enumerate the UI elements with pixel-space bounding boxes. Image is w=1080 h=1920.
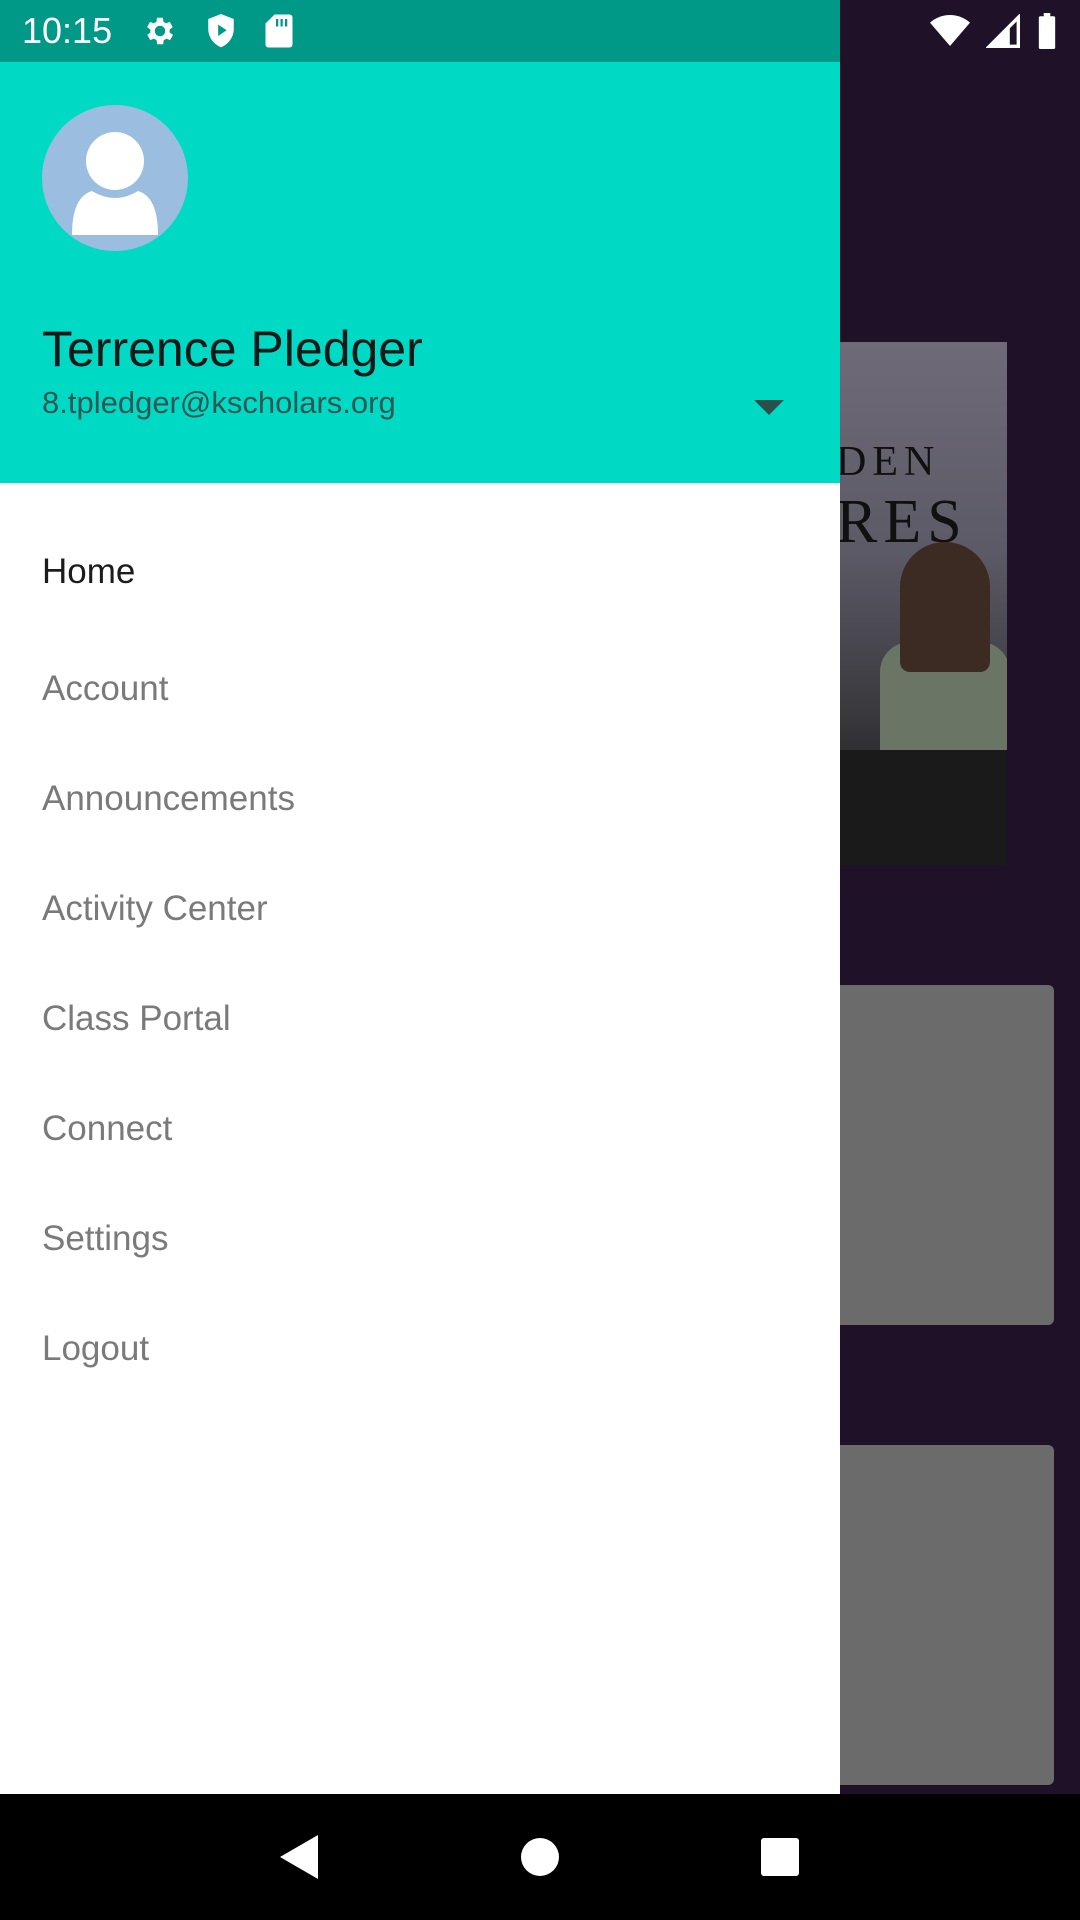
cellular-signal-icon <box>986 14 1020 48</box>
menu-item-announcements[interactable]: Announcements <box>0 749 840 849</box>
user-email: 8.tpledger@kscholars.org <box>42 385 396 420</box>
menu-item-activity-center[interactable]: Activity Center <box>0 859 840 959</box>
menu-item-label: Activity Center <box>42 889 268 928</box>
menu-item-home[interactable]: Home <box>0 522 840 622</box>
menu-item-label: Announcements <box>42 779 295 818</box>
back-button[interactable] <box>260 1817 340 1897</box>
menu-item-label: Settings <box>42 1219 169 1258</box>
status-bar-left: 10:15 <box>0 0 840 62</box>
drawer-header: Terrence Pledger 8.tpledger@kscholars.or… <box>0 62 840 483</box>
battery-icon <box>1036 13 1058 49</box>
menu-item-label: Account <box>42 669 169 708</box>
recents-button[interactable] <box>740 1817 820 1897</box>
shield-play-icon <box>204 12 238 50</box>
home-icon <box>521 1838 559 1876</box>
menu-item-label: Connect <box>42 1109 173 1148</box>
user-name: Terrence Pledger <box>42 321 423 377</box>
status-bar-right <box>840 0 1080 62</box>
system-nav-bar <box>0 1794 1080 1920</box>
wifi-icon <box>930 14 970 48</box>
triangle-down-icon <box>754 400 784 415</box>
menu-item-class-portal[interactable]: Class Portal <box>0 969 840 1069</box>
menu-item-label: Class Portal <box>42 999 231 1038</box>
home-button[interactable] <box>500 1817 580 1897</box>
recents-icon <box>761 1838 799 1876</box>
menu-item-connect[interactable]: Connect <box>0 1079 840 1179</box>
menu-item-logout[interactable]: Logout <box>0 1299 840 1399</box>
menu-item-settings[interactable]: Settings <box>0 1189 840 1289</box>
navigation-drawer: Terrence Pledger 8.tpledger@kscholars.or… <box>0 0 840 1794</box>
avatar[interactable] <box>42 105 188 251</box>
sd-card-icon <box>264 13 294 49</box>
back-icon <box>280 1835 318 1879</box>
poster-figure-head <box>900 542 990 672</box>
poster-title-line1: DEN <box>836 439 941 485</box>
account-dropdown-button[interactable] <box>742 387 796 427</box>
status-bar: 10:15 <box>0 0 1080 62</box>
menu-item-account[interactable]: Account <box>0 639 840 739</box>
gear-icon <box>142 13 178 49</box>
person-icon <box>72 132 158 235</box>
background-card <box>806 985 1054 1325</box>
background-card <box>806 1445 1054 1785</box>
menu-item-label: Logout <box>42 1329 150 1368</box>
menu-item-label: Home <box>42 552 136 591</box>
status-time: 10:15 <box>22 10 113 51</box>
